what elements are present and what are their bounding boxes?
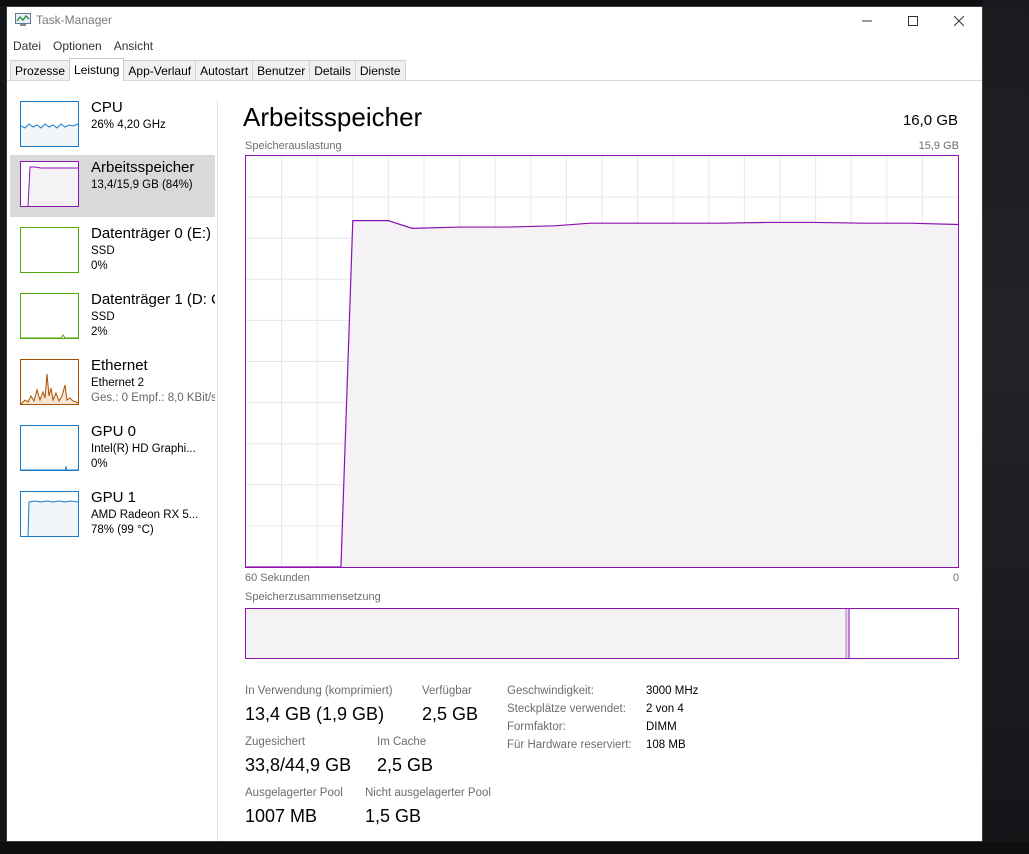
sidebar-divider: [217, 101, 218, 841]
task-manager-app-icon: [15, 13, 31, 26]
close-icon: [954, 16, 964, 26]
tab-app-verlauf[interactable]: App-Verlauf: [123, 60, 197, 81]
sidebar-item-detail: 13,4/15,9 GB (84%): [91, 179, 193, 191]
usage-graph-label: Speicherauslastung: [245, 140, 342, 152]
title-bar[interactable]: Task-Manager: [7, 7, 982, 35]
in-use-value: 13,4 GB (1,9 GB): [245, 704, 385, 724]
tab-leistung[interactable]: Leistung: [69, 58, 125, 81]
memory-composition-bar: [245, 608, 959, 659]
performance-sidebar: CPU 26% 4,20 GHz Arbeitsspeicher 13,4/15…: [10, 95, 215, 835]
menu-ansicht[interactable]: Ansicht: [108, 37, 159, 55]
memory-composition-chart: [246, 609, 850, 658]
sidebar-item-title: Datenträger 1 (D: C:): [91, 291, 215, 308]
gpu0-thumbnail-graph: [20, 425, 79, 471]
detail-reserved-value: 108 MB: [646, 739, 686, 751]
x-axis-right-label: 0: [952, 572, 959, 584]
maximize-icon: [908, 16, 918, 26]
minimize-icon: [862, 20, 872, 22]
disk1-thumbnail-graph: [20, 293, 79, 339]
committed-label: Zugesichert: [245, 736, 306, 748]
tab-prozesse[interactable]: Prozesse: [10, 60, 71, 81]
sidebar-item-usage: 2%: [91, 326, 108, 338]
in-use-label: In Verwendung (komprimiert): [245, 685, 393, 697]
sidebar-item-usage: 0%: [91, 260, 108, 272]
sidebar-item-gpu-1[interactable]: GPU 1 AMD Radeon RX 5... 78% (99 °C): [10, 485, 215, 547]
memory-usage-area: [246, 220, 958, 567]
composition-in-use-segment: [246, 609, 847, 658]
total-memory: 16,0 GB: [902, 112, 958, 129]
gpu1-thumbnail-graph: [20, 491, 79, 537]
sidebar-item-title: CPU: [91, 99, 123, 116]
minimize-button[interactable]: [844, 7, 890, 35]
tab-benutzer[interactable]: Benutzer: [252, 60, 311, 81]
tab-autostart[interactable]: Autostart: [195, 60, 254, 81]
tab-details[interactable]: Details: [309, 60, 356, 81]
tab-bar: Prozesse Leistung App-Verlauf Autostart …: [10, 58, 406, 81]
sidebar-item-title: Ethernet: [91, 357, 148, 374]
memory-thumbnail-graph: [20, 161, 79, 207]
task-manager-window: Task-Manager Datei Optionen Ansicht Proz…: [6, 6, 983, 842]
sidebar-item-detail: AMD Radeon RX 5...: [91, 509, 199, 521]
nonpaged-pool-label: Nicht ausgelagerter Pool: [365, 787, 491, 799]
sidebar-item-usage: 78% (99 °C): [91, 524, 154, 536]
cached-label: Im Cache: [377, 736, 427, 748]
memory-usage-graph: [245, 155, 959, 568]
sidebar-item-datentraeger-0[interactable]: Datenträger 0 (E:) SSD 0%: [10, 221, 215, 283]
paged-pool-value: 1007 MB: [245, 806, 318, 826]
cpu-thumbnail-graph: [20, 101, 79, 147]
nonpaged-pool-value: 1,5 GB: [365, 806, 422, 826]
sidebar-item-usage: 0%: [91, 458, 108, 470]
sidebar-item-gpu-0[interactable]: GPU 0 Intel(R) HD Graphi... 0%: [10, 419, 215, 481]
menu-datei[interactable]: Datei: [7, 37, 47, 55]
committed-value: 33,8/44,9 GB: [245, 755, 352, 775]
ethernet-thumbnail-graph: [20, 359, 79, 405]
sidebar-item-detail: 26% 4,20 GHz: [91, 119, 166, 131]
panel-title: Arbeitsspeicher: [243, 102, 423, 132]
sidebar-item-arbeitsspeicher[interactable]: Arbeitsspeicher 13,4/15,9 GB (84%): [10, 155, 215, 217]
usage-graph-max: 15,9 GB: [918, 140, 959, 152]
sidebar-item-cpu[interactable]: CPU 26% 4,20 GHz: [10, 95, 215, 157]
sidebar-item-title: Arbeitsspeicher: [91, 159, 195, 176]
sidebar-item-detail: Intel(R) HD Graphi...: [91, 443, 196, 455]
sidebar-item-detail: Ethernet 2: [91, 377, 145, 389]
tab-dienste[interactable]: Dienste: [354, 60, 406, 81]
available-value: 2,5 GB: [422, 704, 479, 724]
detail-slots-value: 2 von 4: [646, 703, 684, 715]
disk0-thumbnail-graph: [20, 227, 79, 273]
sidebar-item-title: GPU 0: [91, 423, 137, 440]
sidebar-item-datentraeger-1[interactable]: Datenträger 1 (D: C:) SSD 2%: [10, 287, 215, 349]
sidebar-item-detail: SSD: [91, 311, 115, 323]
sidebar-item-detail: SSD: [91, 245, 115, 257]
detail-slots-label: Steckplätze verwendet:: [507, 703, 626, 715]
menu-optionen[interactable]: Optionen: [47, 37, 108, 55]
x-axis-left-label: 60 Sekunden: [245, 572, 310, 584]
tab-divider: [7, 80, 982, 81]
sidebar-item-ethernet[interactable]: Ethernet Ethernet 2 Ges.: 0 Empf.: 8,0 K…: [10, 353, 215, 415]
available-label: Verfügbar: [422, 685, 472, 697]
sidebar-item-title: GPU 1: [91, 489, 137, 506]
composition-label: Speicherzusammensetzung: [245, 591, 381, 603]
detail-formfactor-label: Formfaktor:: [507, 721, 566, 733]
window-title: Task-Manager: [36, 13, 113, 27]
memory-usage-chart: [246, 156, 958, 567]
close-button[interactable]: [936, 7, 982, 35]
detail-reserved-label: Für Hardware reserviert:: [507, 739, 632, 751]
sidebar-item-title: Datenträger 0 (E:): [91, 225, 212, 242]
sidebar-item-throughput: Ges.: 0 Empf.: 8,0 KBit/s: [91, 392, 215, 404]
maximize-button[interactable]: [890, 7, 936, 35]
detail-speed-label: Geschwindigkeit:: [507, 685, 594, 697]
cached-value: 2,5 GB: [377, 755, 434, 775]
detail-speed-value: 3000 MHz: [646, 685, 699, 697]
paged-pool-label: Ausgelagerter Pool: [245, 787, 343, 799]
menu-bar: Datei Optionen Ansicht: [7, 37, 159, 55]
detail-formfactor-value: DIMM: [646, 721, 677, 733]
